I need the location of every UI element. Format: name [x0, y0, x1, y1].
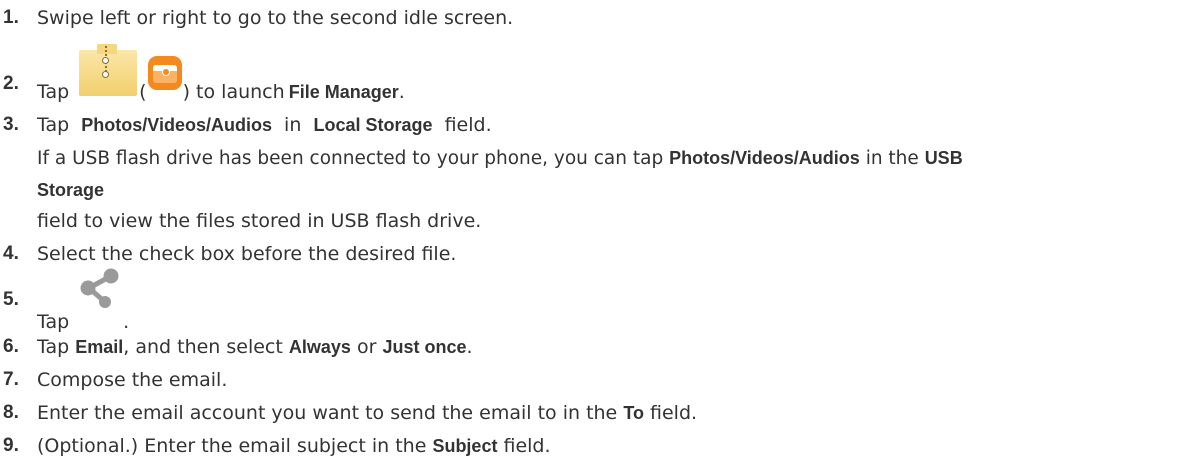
step-3-note-line-3: field to view the files stored in USB fl… [37, 210, 482, 232]
file-manager-orange-icon [147, 56, 182, 90]
file-manager-label: File Manager [288, 82, 399, 102]
step-number: 5. [3, 289, 19, 310]
share-icon [79, 268, 119, 314]
step-number: 3. [3, 114, 19, 135]
step-text: Swipe left or right to go to the second … [37, 7, 514, 29]
step-3-note-line-1: If a USB flash drive has been connected … [37, 148, 963, 169]
step-number: 4. [3, 243, 19, 264]
step-text: (Optional.) Enter the email subject in t… [37, 435, 551, 457]
step-text: Select the check box before the desired … [37, 243, 457, 265]
step-3-note-line-2: Storage [37, 180, 105, 200]
step-text: Tap Photos/Videos/Audios in Local Storag… [37, 114, 492, 136]
step-text: Tap . [37, 268, 129, 333]
step-number: 9. [3, 435, 19, 456]
step-text: Tap Email, and then select Always or Jus… [37, 336, 473, 358]
step-number: 1. [3, 7, 19, 28]
step-text: Tap ( ) to launch File Manager. [37, 44, 405, 103]
step-text: Compose the email. [37, 369, 228, 391]
step-number: 8. [3, 402, 19, 423]
step-text: Enter the email account you want to send… [37, 402, 698, 424]
file-manager-folder-icon [77, 44, 139, 98]
step-number: 6. [3, 336, 19, 357]
step-number: 2. [3, 73, 19, 94]
step-number: 7. [3, 369, 19, 390]
